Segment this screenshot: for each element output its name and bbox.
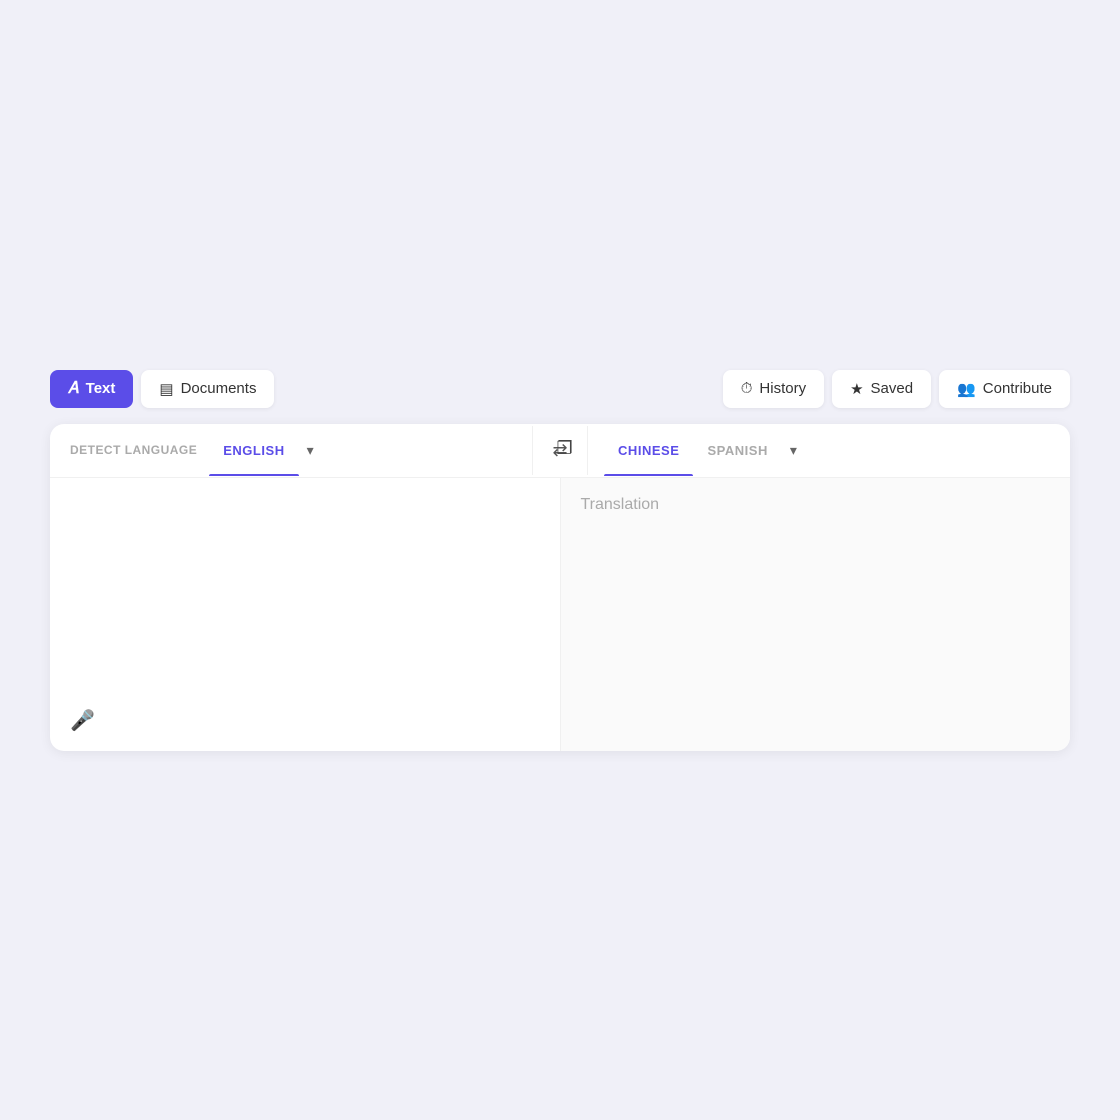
- translate-icon: 𝐴: [68, 380, 79, 398]
- detect-language-option[interactable]: DETECT LANGUAGE: [66, 425, 209, 475]
- target-language-bar: CHINESE SPANISH ▾: [588, 424, 1070, 477]
- mic-icon[interactable]: 🎤: [70, 708, 95, 733]
- source-text-area: 🎤: [50, 478, 561, 751]
- text-tab-label: Text: [86, 380, 116, 397]
- target-chinese-tab[interactable]: CHINESE: [604, 425, 693, 476]
- history-label: History: [759, 380, 806, 397]
- source-english-tab[interactable]: ENGLISH: [209, 425, 298, 476]
- source-input[interactable]: [70, 496, 540, 701]
- documents-tab-label: Documents: [181, 380, 257, 397]
- history-button[interactable]: ⏱ History: [723, 370, 824, 408]
- document-icon: ▤: [159, 380, 173, 398]
- toolbar-left: 𝐴 Text ▤ Documents: [50, 370, 274, 408]
- app-container: 𝐴 Text ▤ Documents ⏱ History ★ Saved 👥 C…: [30, 350, 1090, 771]
- translation-card: DETECT LANGUAGE ENGLISH ▾ ⇄ CHINESE SPAN…: [50, 424, 1070, 751]
- toolbar: 𝐴 Text ▤ Documents ⏱ History ★ Saved 👥 C…: [50, 370, 1070, 408]
- copy-icon[interactable]: ❐: [557, 438, 573, 459]
- source-language-dropdown[interactable]: ▾: [299, 424, 322, 477]
- text-tab-button[interactable]: 𝐴 Text: [50, 370, 133, 408]
- contribute-icon: 👥: [957, 380, 976, 398]
- text-areas: 🎤 ❐ Translation: [50, 478, 1070, 751]
- target-language-dropdown[interactable]: ▾: [782, 424, 805, 477]
- toolbar-right: ⏱ History ★ Saved 👥 Contribute: [723, 370, 1070, 408]
- target-spanish-tab[interactable]: SPANISH: [693, 425, 781, 476]
- history-icon: ⏱: [741, 380, 753, 397]
- target-translation-area: ❐ Translation: [561, 478, 1071, 751]
- saved-button[interactable]: ★ Saved: [832, 370, 931, 408]
- source-language-bar: DETECT LANGUAGE ENGLISH ▾: [50, 424, 532, 477]
- saved-label: Saved: [871, 380, 914, 397]
- translation-placeholder: Translation: [581, 496, 660, 513]
- documents-tab-button[interactable]: ▤ Documents: [141, 370, 274, 408]
- saved-icon: ★: [850, 380, 863, 398]
- contribute-label: Contribute: [983, 380, 1052, 397]
- contribute-button[interactable]: 👥 Contribute: [939, 370, 1070, 408]
